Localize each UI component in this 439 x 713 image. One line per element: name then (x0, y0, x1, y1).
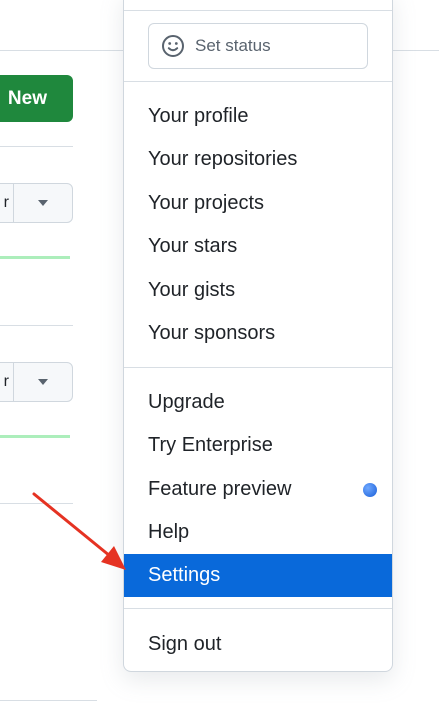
split-button[interactable]: r (0, 362, 73, 402)
menu-item-your-gists[interactable]: Your gists (124, 269, 392, 312)
caret-down-icon (38, 379, 48, 385)
menu-item-label: Help (148, 521, 190, 543)
background-divider (0, 325, 73, 326)
menu-item-label: Your sponsors (148, 322, 276, 344)
menu-item-label: Settings (148, 564, 221, 586)
menu-item-label: Your repositories (148, 148, 298, 170)
caret-down-icon (38, 200, 48, 206)
menu-separator (124, 81, 392, 82)
menu-separator (124, 10, 392, 11)
split-button-dropdown[interactable] (14, 200, 72, 206)
menu-item-your-profile[interactable]: Your profile (124, 95, 392, 138)
menu-item-your-projects[interactable]: Your projects (124, 182, 392, 225)
activity-bar (0, 435, 70, 438)
menu-item-sign-out[interactable]: Sign out (124, 623, 392, 666)
menu-separator (124, 608, 392, 609)
background-divider (0, 146, 73, 147)
menu-item-label: Upgrade (148, 391, 225, 413)
split-button[interactable]: r (0, 183, 73, 223)
background-divider (0, 700, 97, 701)
background-divider (0, 503, 73, 504)
new-button-label: New (7, 87, 47, 109)
split-button-label[interactable]: r (0, 373, 13, 391)
menu-item-label: Your profile (148, 105, 249, 127)
menu-item-label: Feature preview (148, 478, 292, 500)
menu-item-settings[interactable]: Settings (124, 554, 392, 597)
smiley-icon (162, 35, 184, 57)
menu-item-label: Your projects (148, 192, 264, 214)
menu-item-your-sponsors[interactable]: Your sponsors (124, 312, 392, 355)
menu-item-feature-preview[interactable]: Feature preview (124, 468, 392, 511)
menu-item-try-enterprise[interactable]: Try Enterprise (124, 424, 392, 467)
menu-item-your-repositories[interactable]: Your repositories (124, 138, 392, 181)
split-button-dropdown[interactable] (14, 379, 72, 385)
menu-item-label: Your gists (148, 279, 236, 301)
menu-item-upgrade[interactable]: Upgrade (124, 381, 392, 424)
menu-item-help[interactable]: Help (124, 511, 392, 554)
new-button[interactable]: New (0, 75, 73, 122)
menu-item-your-stars[interactable]: Your stars (124, 225, 392, 268)
set-status-label: Set status (195, 36, 271, 55)
split-button-label[interactable]: r (0, 194, 13, 212)
set-status-button[interactable]: Set status (148, 23, 368, 69)
menu-item-label: Try Enterprise (148, 434, 273, 456)
user-dropdown-menu: Set status Your profile Your repositorie… (123, 0, 393, 672)
activity-bar (0, 256, 70, 259)
menu-item-label: Your stars (148, 235, 238, 257)
menu-item-label: Sign out (148, 633, 222, 655)
new-feature-dot-icon (363, 482, 377, 497)
menu-separator (124, 367, 392, 368)
